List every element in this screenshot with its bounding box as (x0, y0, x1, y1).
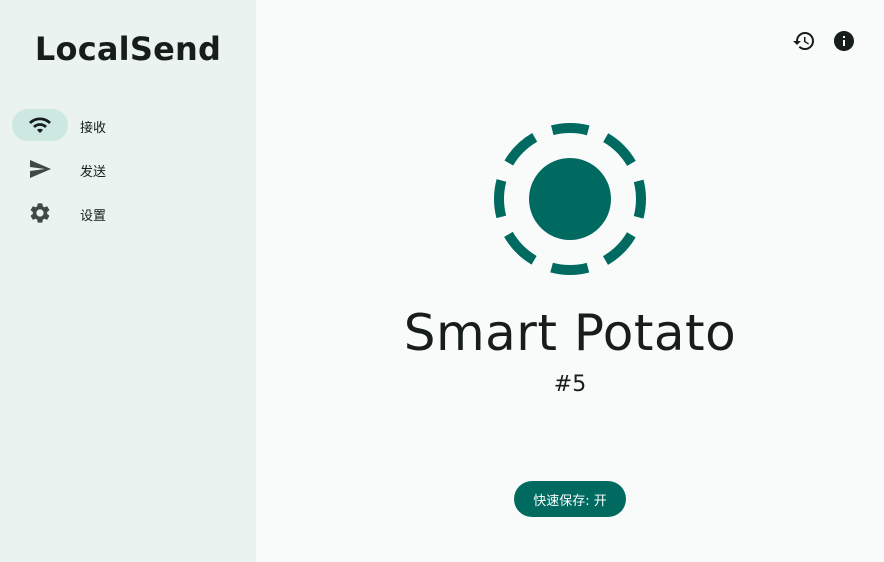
main-panel: Smart Potato #5 快速保存: 开 (256, 0, 884, 562)
send-icon (30, 160, 51, 178)
history-button[interactable] (792, 29, 816, 53)
device-id: #5 (553, 372, 587, 397)
app-window: LocalSend 接收 发送 设置 Smart Potato #5 快速保存:… (0, 0, 884, 562)
nav-pill-settings (12, 197, 68, 229)
gear-icon (30, 203, 50, 223)
sidebar: LocalSend 接收 发送 设置 (0, 0, 256, 562)
nav-label-settings: 设置 (80, 209, 107, 224)
nav-item-settings[interactable]: 设置 (0, 196, 256, 240)
nav-label-receive: 接收 (80, 121, 107, 136)
nav-pill-send (12, 153, 68, 185)
history-icon (793, 32, 814, 51)
info-icon (834, 31, 854, 51)
nav-pill-receive (12, 109, 68, 141)
device-name: Smart Potato (403, 304, 737, 362)
quick-save-button[interactable]: 快速保存: 开 (514, 481, 626, 517)
app-title: LocalSend (34, 30, 222, 68)
wifi-icon (29, 117, 51, 133)
nav-item-receive[interactable]: 接收 (0, 108, 256, 152)
nav-label-send: 发送 (80, 165, 107, 180)
nav-rail: 接收 发送 设置 (0, 108, 256, 240)
info-button[interactable] (832, 29, 856, 53)
radar-center-dot (529, 158, 611, 240)
nav-item-send[interactable]: 发送 (0, 152, 256, 196)
radar-logo-icon (494, 123, 646, 275)
